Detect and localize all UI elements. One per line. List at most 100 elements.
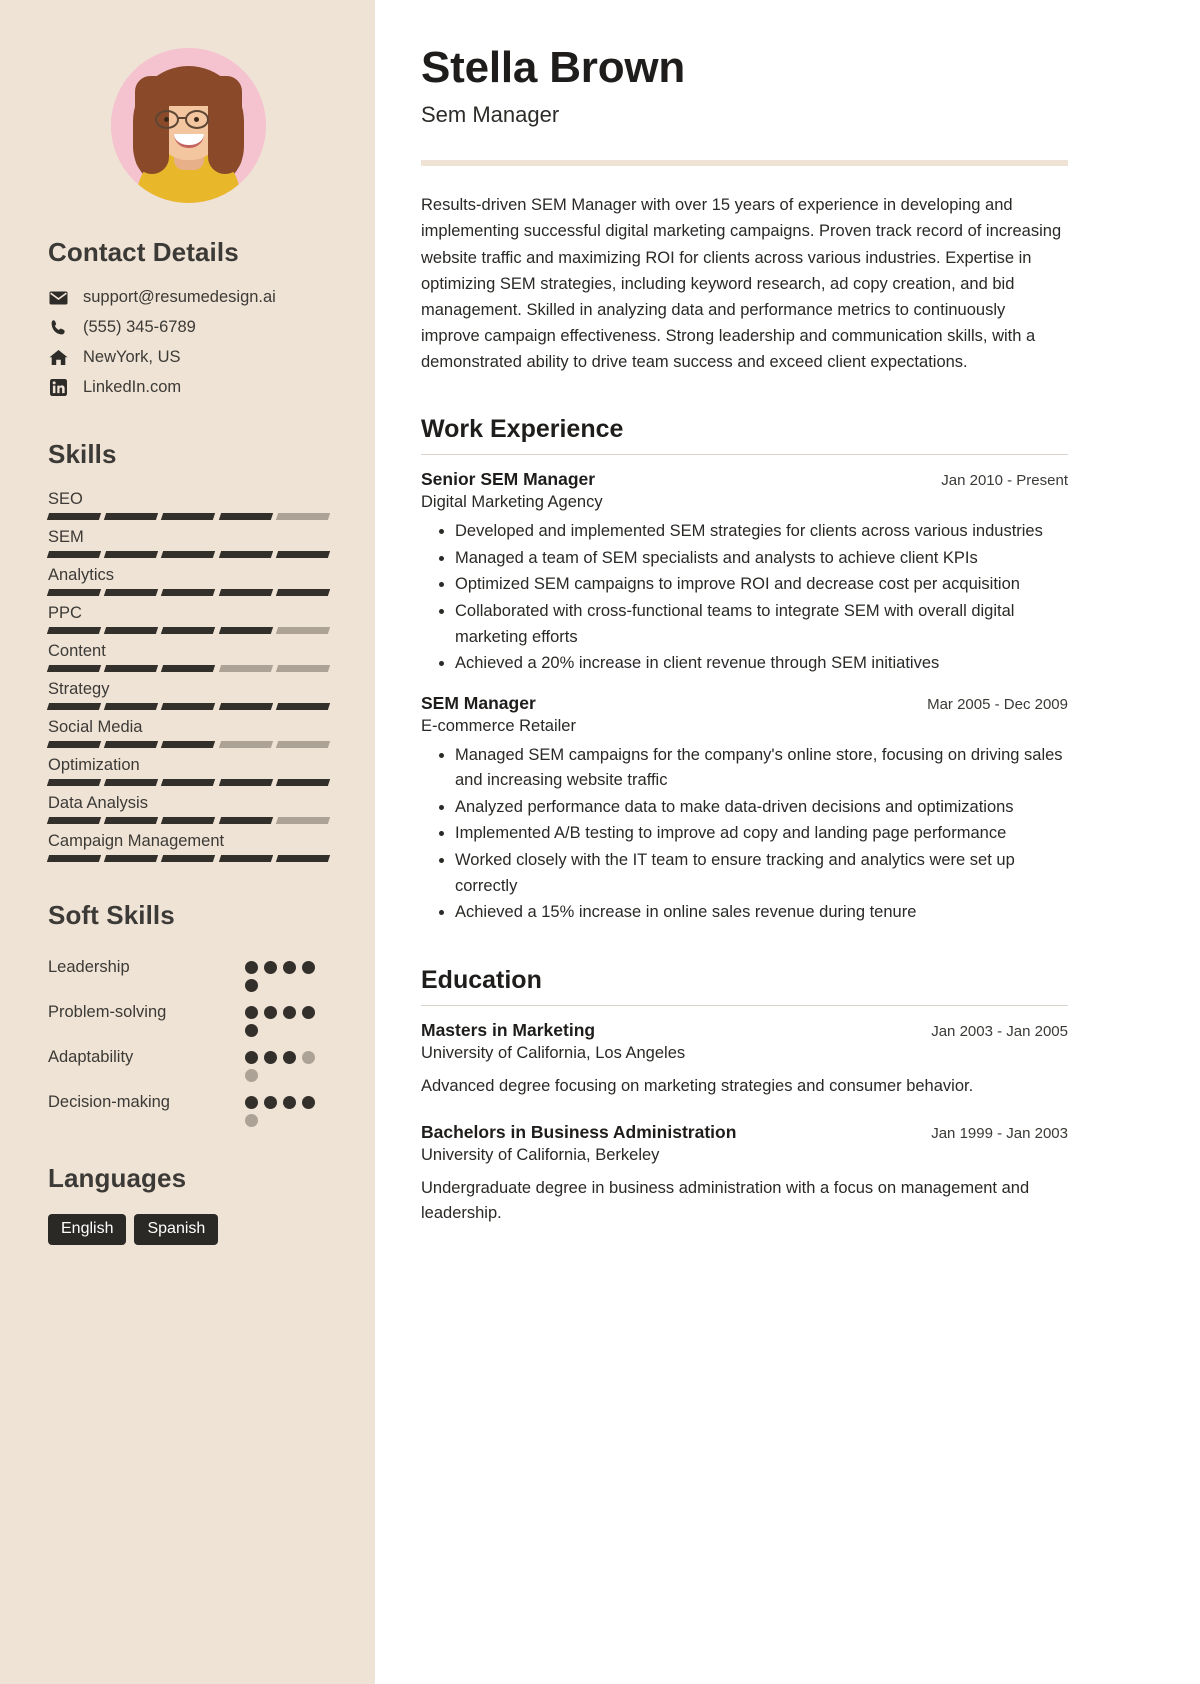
contact-details-heading: Contact Details — [48, 237, 239, 267]
skill-segment — [275, 855, 331, 862]
soft-skills-heading: Soft Skills — [48, 900, 175, 930]
education-entry-title: Bachelors in Business Administration — [421, 1121, 737, 1142]
contact-row-linkedin[interactable]: LinkedIn.com — [48, 378, 329, 397]
education-entry-title: Masters in Marketing — [421, 1020, 596, 1041]
contact-details-list: support@resumedesign.ai (555) 345-6789 N… — [48, 288, 329, 397]
header-divider — [421, 160, 1068, 167]
skill-label: Optimization — [48, 756, 140, 774]
skill-segment — [161, 703, 216, 710]
rating-dot — [245, 1096, 258, 1109]
skill-segment — [104, 627, 159, 634]
skill-level-bar — [46, 741, 331, 748]
skill-segment — [46, 551, 102, 558]
work-entry-bullets: Managed SEM campaigns for the company's … — [421, 743, 1068, 926]
skill-segment — [218, 741, 273, 748]
work-entry-title: Senior SEM Manager — [421, 469, 596, 490]
skill-segment — [104, 779, 159, 786]
main-content: Stella Brown Sem Manager Results-driven … — [375, 0, 1200, 1684]
skill-row: SEM — [46, 528, 331, 558]
skill-segment — [46, 741, 102, 748]
skill-level-bar — [46, 665, 331, 672]
education-entry-date: Jan 1999 - Jan 2003 — [931, 1124, 1068, 1142]
skill-segment — [275, 741, 331, 748]
skill-segment — [161, 589, 216, 596]
skill-label: Content — [48, 642, 106, 660]
soft-skill-row: Leadership — [48, 951, 329, 992]
bullet-item: Developed and implemented SEM strategies… — [455, 519, 1068, 545]
education-entry-institution: University of California, Los Angeles — [421, 1044, 686, 1063]
bullet-item: Implemented A/B testing to improve ad co… — [455, 821, 1068, 847]
work-experience-heading: Work Experience — [421, 414, 624, 443]
skill-segment — [104, 589, 159, 596]
home-icon — [48, 349, 69, 366]
soft-skills-list: Leadership Problem-solving Adaptability Dec… — [48, 951, 329, 1127]
work-entry-title: SEM Manager — [421, 692, 536, 713]
skill-segment — [218, 817, 273, 824]
skill-segment — [275, 703, 331, 710]
bullet-item: Achieved a 15% increase in online sales … — [455, 900, 1068, 926]
skill-segment — [218, 779, 273, 786]
work-entry: Senior SEM Manager Jan 2010 - Present Digi… — [421, 469, 1068, 676]
skill-segment — [46, 665, 102, 672]
profile-photo — [111, 48, 266, 203]
skill-segment — [275, 589, 331, 596]
skill-segment — [161, 551, 216, 558]
rating-dot — [264, 1051, 277, 1064]
work-experience-divider — [421, 453, 1068, 456]
rating-dot — [283, 1006, 296, 1019]
work-entry: SEM Manager Mar 2005 - Dec 2009 E-commerce… — [421, 693, 1068, 926]
candidate-job-title: Sem Manager — [421, 102, 560, 128]
skill-segment — [104, 665, 159, 672]
skill-label: SEO — [48, 490, 83, 508]
rating-dot — [283, 961, 296, 974]
bullet-item: Managed a team of SEM specialists and an… — [455, 546, 1068, 572]
skill-segment — [218, 589, 273, 596]
work-entry-organization: Digital Marketing Agency — [421, 493, 603, 512]
skill-label: Analytics — [48, 566, 115, 584]
contact-row-email[interactable]: support@resumedesign.ai — [48, 288, 329, 307]
skill-segment — [104, 741, 159, 748]
education-heading: Education — [421, 965, 542, 994]
skill-segment — [275, 817, 331, 824]
skill-row: PPC — [46, 604, 331, 634]
skill-segment — [275, 627, 331, 634]
soft-skill-label: Adaptability — [48, 1048, 134, 1066]
skill-segment — [46, 589, 102, 596]
education-divider — [421, 1004, 1068, 1007]
skill-segment — [275, 551, 331, 558]
skill-row: Campaign Management — [46, 832, 331, 862]
soft-skill-rating — [245, 1086, 329, 1127]
language-tag[interactable]: English — [48, 1214, 127, 1246]
skill-segment — [104, 855, 159, 862]
skill-segment — [46, 817, 102, 824]
rating-dot — [302, 1096, 315, 1109]
soft-skill-label: Leadership — [48, 958, 130, 976]
work-entry-header: SEM Manager Mar 2005 - Dec 2009 — [421, 693, 1068, 714]
linkedin-icon — [48, 379, 69, 396]
skill-segment — [46, 855, 102, 862]
skill-segment — [161, 741, 216, 748]
education-entry: Masters in Marketing Jan 2003 - Jan 2005 U… — [421, 1020, 1068, 1100]
education-entry-description: Undergraduate degree in business adminis… — [421, 1178, 1030, 1223]
rating-dot — [264, 961, 277, 974]
skill-label: Data Analysis — [48, 794, 148, 812]
skill-row: Strategy — [46, 680, 331, 710]
work-experience-list: Senior SEM Manager Jan 2010 - Present Digi… — [421, 469, 1068, 925]
skill-segment — [161, 817, 216, 824]
skills-list: SEO SEM Analytics PPC Content Strategy Social … — [46, 490, 331, 862]
contact-row-phone[interactable]: (555) 345-6789 — [48, 318, 329, 337]
email-icon — [48, 291, 69, 305]
rating-dot — [245, 1069, 258, 1082]
skill-level-bar — [46, 551, 331, 558]
skill-label: SEM — [48, 528, 84, 546]
contact-row-location[interactable]: NewYork, US — [48, 348, 329, 367]
skill-segment — [218, 665, 273, 672]
skill-segment — [275, 779, 331, 786]
contact-value-phone: (555) 345-6789 — [83, 318, 196, 336]
contact-value-email: support@resumedesign.ai — [83, 288, 276, 306]
education-entry-header: Masters in Marketing Jan 2003 - Jan 2005 — [421, 1020, 1068, 1041]
soft-skill-label: Problem-solving — [48, 1003, 167, 1021]
rating-dot — [302, 1051, 315, 1064]
skill-level-bar — [46, 589, 331, 596]
language-tag[interactable]: Spanish — [134, 1214, 219, 1246]
